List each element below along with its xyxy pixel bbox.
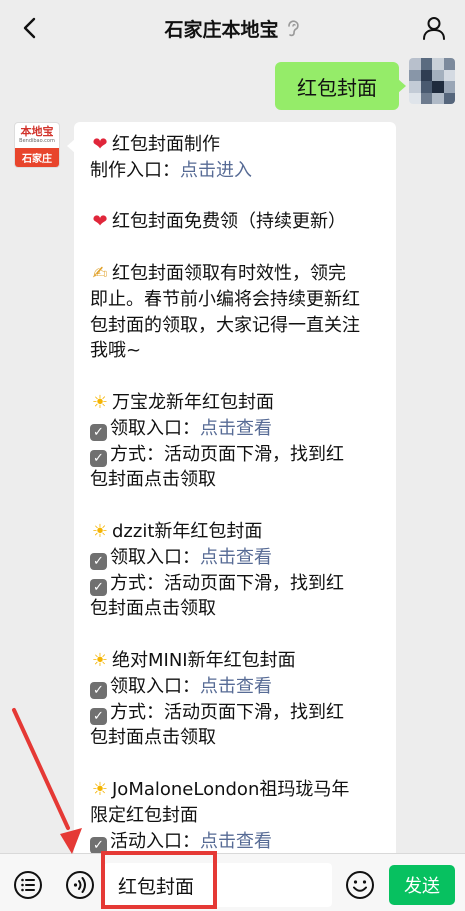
message-line-text: 包封面点击领取 <box>90 469 216 491</box>
message-line-text: 万宝龙新年红包封面 <box>112 391 274 413</box>
message-line: ✓ 领取入口：点击查看 <box>90 674 382 700</box>
message-line: ❤ 红包封面制作 <box>90 132 382 158</box>
message-line-text: 制作入口： <box>90 159 180 181</box>
my-message-row: 红包封面 <box>275 58 455 110</box>
menu-toggle-button[interactable] <box>12 869 44 901</box>
message-line-text: 领取入口： <box>110 546 200 568</box>
title-wrap: 石家庄本地宝 <box>164 15 300 42</box>
message-line-text: 方式：活动页面下滑，找到红 <box>110 572 344 594</box>
bendibao-logo: 本地宝 Bendibao.com <box>19 125 55 145</box>
message-line-text: 即止。春节前小编将会持续更新红 <box>90 288 360 310</box>
message-link[interactable]: 点击进入 <box>180 160 252 181</box>
chevron-left-icon <box>23 17 36 39</box>
voice-input-button[interactable] <box>64 869 96 901</box>
message-line-text: 活动入口： <box>110 830 200 852</box>
message-line-text: 我哦~ <box>90 340 142 362</box>
checkbox-icon: ✓ <box>90 449 107 467</box>
message-line-text: 红包封面免费领（持续更新） <box>112 211 346 233</box>
message-line: ☀ 万宝龙新年红包封面 <box>90 390 382 416</box>
message-line: 包封面点击领取 <box>90 596 382 622</box>
my-message-bubble[interactable]: 红包封面 <box>275 62 406 110</box>
message-line-text: 领取入口： <box>110 417 200 439</box>
sun-icon: ☀ <box>91 391 109 413</box>
voice-icon <box>66 871 94 899</box>
message-line-text: 绝对MINI新年红包封面 <box>112 649 296 671</box>
menu-list-icon <box>14 871 42 899</box>
heart-icon: ❤ <box>92 134 108 155</box>
writing-hand-icon: ✍ <box>92 262 108 284</box>
message-line: ✍ 红包封面领取有时效性，领完 <box>90 261 382 287</box>
message-line-text: JoMaloneLondon祖玛珑马年 <box>112 778 350 800</box>
message-line-text: 红包封面领取有时效性，领完 <box>112 262 346 284</box>
message-line-text: 红包封面制作 <box>112 134 220 155</box>
message-line: ✓ 方式：活动页面下滑，找到红 <box>90 571 382 597</box>
message-link[interactable]: 点击查看 <box>200 831 272 852</box>
ear-icon <box>287 20 299 37</box>
checkbox-icon: ✓ <box>90 681 107 699</box>
message-line: 即止。春节前小编将会持续更新红 <box>90 287 382 313</box>
send-button[interactable]: 发送 <box>389 865 455 905</box>
message-line: 限定红包封面 <box>90 803 382 829</box>
message-line-text: dzzit新年红包封面 <box>112 520 263 542</box>
message-line: ❤ 红包封面免费领（持续更新） <box>90 209 382 235</box>
message-link[interactable]: 点击查看 <box>200 676 272 697</box>
checkbox-icon: ✓ <box>90 423 107 441</box>
message-line: 包封面点击领取 <box>90 467 382 493</box>
annotation-arrow-icon <box>12 708 82 854</box>
logo-city-label: 石家庄 <box>15 147 59 167</box>
message-line: ✓ 方式：活动页面下滑，找到红 <box>90 700 382 726</box>
message-line: ✓ 活动入口：点击查看 <box>90 829 382 853</box>
my-message-text: 红包封面 <box>297 75 377 100</box>
message-line: ✓ 领取入口：点击查看 <box>90 416 382 442</box>
annotation-highlight-box <box>101 851 217 909</box>
message-line-text: 方式：活动页面下滑，找到红 <box>110 443 344 465</box>
message-line: 我哦~ <box>90 338 382 364</box>
profile-button[interactable] <box>417 11 451 45</box>
message-line: ☀ dzzit新年红包封面 <box>90 519 382 545</box>
my-avatar[interactable] <box>409 58 455 104</box>
message-line-text: 包封面点击领取 <box>90 598 216 620</box>
message-line: ✓ 领取入口：点击查看 <box>90 545 382 571</box>
bot-message-bubble: ❤ 红包封面制作 制作入口：点击进入 ❤ 红包封面免费领（持续更新） ✍ 红包封面领取有时效… <box>67 122 396 853</box>
message-line: 包封面的领取，大家记得一直关注 <box>90 313 382 339</box>
message-line-text: 领取入口： <box>110 675 200 697</box>
checkbox-icon: ✓ <box>90 552 107 570</box>
message-line: ☀ 绝对MINI新年红包封面 <box>90 648 382 674</box>
message-line: ✓ 方式：活动页面下滑，找到红 <box>90 442 382 468</box>
message-line: 包封面点击领取 <box>90 725 382 751</box>
message-line-text: 包封面的领取，大家记得一直关注 <box>90 314 360 336</box>
message-line-text: 方式：活动页面下滑，找到红 <box>110 701 344 723</box>
sun-icon: ☀ <box>91 649 109 671</box>
input-bar: 红包封面 发送 <box>0 853 465 911</box>
message-line: 制作入口：点击进入 <box>90 158 382 184</box>
sun-icon: ☀ <box>91 520 109 542</box>
heart-icon: ❤ <box>92 211 108 233</box>
message-line: ☀ JoMaloneLondon祖玛珑马年 <box>90 777 382 803</box>
emoji-button[interactable] <box>344 869 376 901</box>
person-icon <box>423 17 445 40</box>
message-link[interactable]: 点击查看 <box>200 418 272 439</box>
official-account-avatar[interactable]: 本地宝 Bendibao.com 石家庄 <box>14 122 60 168</box>
title-bar: 石家庄本地宝 <box>0 0 465 56</box>
emoji-icon <box>346 871 374 899</box>
back-button[interactable] <box>12 10 48 46</box>
message-link[interactable]: 点击查看 <box>200 547 272 568</box>
checkbox-icon: ✓ <box>90 578 107 596</box>
chat-title: 石家庄本地宝 <box>164 18 279 41</box>
